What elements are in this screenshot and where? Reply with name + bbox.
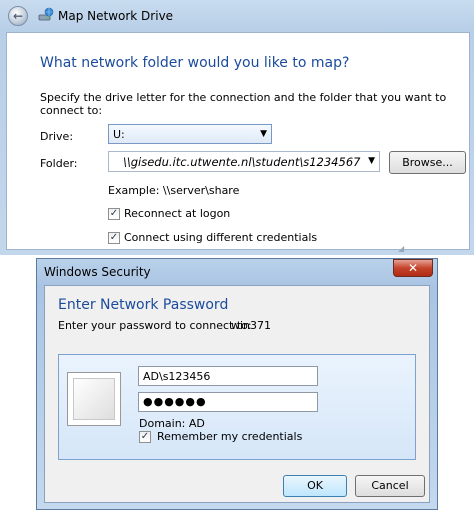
drive-value: U: (113, 128, 125, 141)
folder-value: \\gisedu.itc.utwente.nl\student\s1234567 (123, 155, 361, 169)
window-title: Map Network Drive (58, 9, 174, 23)
checkmark-icon: ✓ (109, 232, 119, 243)
chevron-down-icon: ▼ (260, 129, 267, 139)
page-title: What network folder would you like to ma… (40, 55, 350, 71)
domain-text: Domain: AD (139, 417, 205, 430)
close-icon: ✕ (407, 261, 419, 275)
different-credentials-label[interactable]: Connect using different credentials (124, 231, 317, 244)
remember-credentials-label[interactable]: Remember my credentials (157, 430, 302, 443)
back-button[interactable]: ← (8, 6, 28, 26)
reconnect-checkbox[interactable]: ✓ (108, 208, 120, 220)
dialog-title: Windows Security (44, 265, 151, 279)
ok-button[interactable]: OK (283, 475, 347, 497)
checkmark-icon: ✓ (109, 208, 119, 219)
username-field[interactable]: AD\s123456 (138, 366, 318, 386)
drive-label: Drive: (40, 130, 74, 143)
chevron-down-icon[interactable]: ▼ (368, 156, 375, 166)
browse-button[interactable]: Browse... (389, 151, 466, 174)
reconnect-label[interactable]: Reconnect at logon (124, 207, 230, 220)
drive-select[interactable]: U: ▼ (108, 124, 272, 144)
checkmark-icon: ✓ (140, 431, 150, 442)
dialog-heading: Enter Network Password (58, 297, 229, 313)
resize-grip-icon[interactable]: ◢ (398, 244, 404, 253)
username-value: AD\s123456 (143, 370, 211, 383)
instruction-text: Specify the drive letter for the connect… (40, 91, 447, 117)
server-name: win371 (231, 319, 272, 332)
back-arrow-icon: ← (12, 9, 24, 23)
close-button[interactable]: ✕ (393, 259, 433, 277)
cancel-button[interactable]: Cancel (355, 475, 425, 497)
user-tile-icon (67, 372, 121, 426)
folder-label: Folder: (40, 157, 78, 170)
example-text: Example: \\server\share (108, 184, 240, 197)
password-instruction: Enter your password to connect to: (58, 319, 252, 332)
different-credentials-checkbox[interactable]: ✓ (108, 232, 120, 244)
remember-credentials-checkbox[interactable]: ✓ (139, 431, 151, 443)
password-field[interactable]: ●●●●●● (138, 392, 318, 412)
password-value: ●●●●●● (143, 395, 207, 408)
network-drive-icon (38, 7, 54, 21)
folder-input[interactable]: \\gisedu.itc.utwente.nl\student\s1234567… (108, 151, 380, 172)
user-tile-picture (73, 378, 115, 420)
